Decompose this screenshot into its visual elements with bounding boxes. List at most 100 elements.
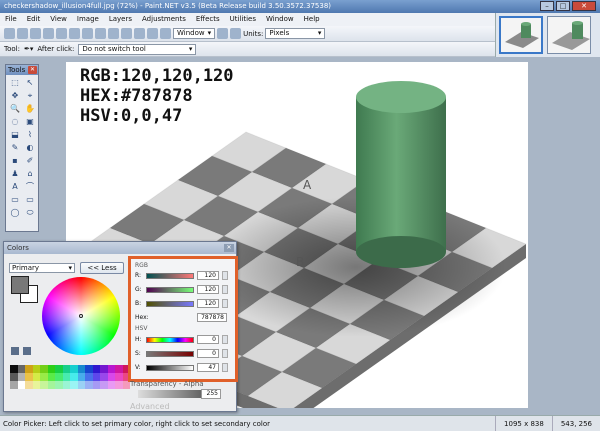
menu-edit[interactable]: Edit (22, 13, 46, 26)
primary-secondary-dropdown[interactable]: Primary ▾ (9, 263, 75, 273)
palette-swatch[interactable] (10, 365, 18, 373)
palette-swatch[interactable] (85, 365, 93, 373)
primary-color-swatch[interactable] (11, 276, 29, 294)
palette-swatch[interactable] (115, 365, 123, 373)
blue-spinner[interactable] (222, 299, 228, 308)
palette-swatch[interactable] (92, 381, 100, 389)
palette-swatch[interactable] (10, 381, 18, 389)
grid-icon[interactable] (147, 28, 158, 39)
color-picker-tool-icon[interactable]: ✒▾ (24, 45, 33, 53)
tool-icon[interactable]: ▣ (23, 116, 37, 128)
palette-swatch[interactable] (17, 365, 25, 373)
palette-swatch[interactable] (40, 381, 48, 389)
value-value[interactable]: 47 (197, 363, 219, 372)
palette-swatch[interactable] (55, 365, 63, 373)
menu-effects[interactable]: Effects (191, 13, 225, 26)
cut-icon[interactable] (56, 28, 67, 39)
tool-icon[interactable]: ✋ (23, 103, 37, 115)
palette-swatch[interactable] (55, 381, 63, 389)
print-icon[interactable] (43, 28, 54, 39)
palette-swatch[interactable] (47, 373, 55, 381)
palette-swatch[interactable] (40, 365, 48, 373)
less-button[interactable]: << Less (80, 262, 124, 274)
thumbnail-other[interactable] (547, 16, 591, 54)
open-icon[interactable] (17, 28, 28, 39)
palette-swatch[interactable] (47, 381, 55, 389)
palette-swatch[interactable] (70, 373, 78, 381)
redo-icon[interactable] (134, 28, 145, 39)
zoom-icon[interactable] (160, 28, 171, 39)
tool-icon[interactable]: A (8, 181, 22, 193)
thumbnail-checkershadow[interactable] (499, 16, 543, 54)
tool-icon[interactable]: ⌂ (23, 168, 37, 180)
tool-icon[interactable]: ⬓ (8, 129, 22, 141)
value-slider[interactable] (146, 364, 194, 371)
window-dropdown[interactable]: Window ▾ (173, 28, 216, 39)
palette-swatch[interactable] (32, 381, 40, 389)
tool-icon[interactable]: ✐ (23, 155, 37, 167)
palette-add-icon[interactable] (23, 347, 31, 355)
color-wheel-cursor[interactable] (79, 314, 83, 318)
value-spinner[interactable] (222, 363, 228, 372)
menu-help[interactable]: Help (299, 13, 325, 26)
deselect-icon[interactable] (108, 28, 119, 39)
tool-icon[interactable]: ⬭ (23, 207, 37, 219)
palette-swatch[interactable] (17, 373, 25, 381)
palette-swatch[interactable] (32, 365, 40, 373)
palette-swatch[interactable] (70, 381, 78, 389)
menu-image[interactable]: Image (72, 13, 104, 26)
palette-swatch[interactable] (32, 373, 40, 381)
red-spinner[interactable] (222, 271, 228, 280)
close-icon[interactable]: ✕ (224, 244, 234, 252)
new-icon[interactable] (4, 28, 15, 39)
menu-utilities[interactable]: Utilities (225, 13, 261, 26)
paste-icon[interactable] (82, 28, 93, 39)
palette-swatch[interactable] (77, 373, 85, 381)
minimize-button[interactable]: – (540, 1, 554, 11)
saturation-value[interactable]: 0 (197, 349, 219, 358)
tool-icon[interactable]: ⌖ (23, 90, 37, 102)
after-click-dropdown[interactable]: Do not switch tool ▾ (78, 43, 197, 55)
palette-swatch[interactable] (122, 381, 130, 389)
hex-value[interactable]: 787878 (197, 313, 227, 322)
green-value[interactable]: 120 (197, 285, 219, 294)
palette-swatch[interactable] (25, 381, 33, 389)
menu-adjustments[interactable]: Adjustments (137, 13, 191, 26)
ruler-icon[interactable] (230, 28, 242, 39)
red-value[interactable]: 120 (197, 271, 219, 280)
tool-icon[interactable]: ▭ (8, 194, 22, 206)
palette-menu-icon[interactable] (11, 347, 19, 355)
tool-icon[interactable]: 🔍 (8, 103, 22, 115)
tool-icon[interactable]: ✥ (8, 90, 22, 102)
palette-swatch[interactable] (85, 373, 93, 381)
units-dropdown[interactable]: Pixels ▾ (265, 28, 326, 39)
palette-swatch[interactable] (115, 381, 123, 389)
saturation-spinner[interactable] (222, 349, 228, 358)
tool-icon[interactable]: ↖ (23, 77, 37, 89)
palette-swatch[interactable] (62, 381, 70, 389)
palette-swatch[interactable] (47, 365, 55, 373)
saturation-slider[interactable] (146, 350, 194, 357)
blue-value[interactable]: 120 (197, 299, 219, 308)
tool-icon[interactable]: ⌒ (23, 181, 37, 193)
blue-slider[interactable] (146, 300, 194, 307)
palette-swatch[interactable] (100, 365, 108, 373)
palette-swatch[interactable] (100, 373, 108, 381)
palette-swatch[interactable] (100, 381, 108, 389)
palette-swatch[interactable] (92, 373, 100, 381)
save-icon[interactable] (30, 28, 41, 39)
palette-swatch[interactable] (10, 373, 18, 381)
tool-icon[interactable]: ⬚ (8, 77, 22, 89)
palette-swatch[interactable] (62, 373, 70, 381)
tool-icon[interactable]: ⌇ (23, 129, 37, 141)
green-slider[interactable] (146, 286, 194, 293)
palette-swatch[interactable] (40, 373, 48, 381)
palette-swatch[interactable] (77, 381, 85, 389)
tool-icon[interactable]: ✎ (8, 142, 22, 154)
zoom-in-icon[interactable] (217, 28, 229, 39)
palette-swatch[interactable] (115, 373, 123, 381)
menu-file[interactable]: File (0, 13, 22, 26)
green-spinner[interactable] (222, 285, 228, 294)
tool-icon[interactable]: ◯ (8, 207, 22, 219)
menu-window[interactable]: Window (261, 13, 299, 26)
